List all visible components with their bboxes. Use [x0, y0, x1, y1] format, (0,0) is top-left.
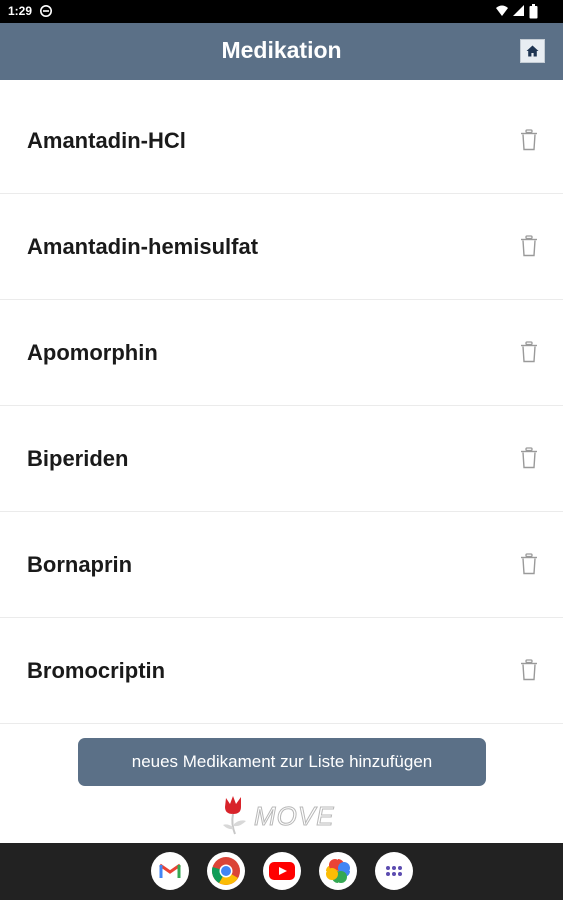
- add-medication-label: neues Medikament zur Liste hinzufügen: [131, 752, 433, 771]
- home-icon: [526, 45, 539, 57]
- trash-icon[interactable]: [519, 659, 539, 681]
- app-drawer[interactable]: [375, 852, 413, 890]
- logo-wordmark: MOVE: [254, 801, 335, 832]
- battery-icon: [529, 4, 538, 19]
- medication-name: Biperiden: [27, 446, 129, 471]
- app-bar: Medikation: [0, 23, 563, 80]
- photos-app[interactable]: [319, 852, 357, 890]
- medication-name: Amantadin-hemisulfat: [27, 234, 259, 259]
- gmail-icon: [159, 863, 181, 878]
- photos-icon: [326, 859, 350, 883]
- list-item[interactable]: Amantadin-hemisulfat: [0, 194, 563, 300]
- trash-icon[interactable]: [519, 235, 539, 257]
- tulip-logo-icon: [223, 796, 246, 835]
- gmail-app[interactable]: [151, 852, 189, 890]
- wifi-icon: [496, 5, 508, 16]
- youtube-icon: [269, 862, 295, 880]
- medication-name: Bornaprin: [27, 552, 133, 577]
- trash-icon[interactable]: [519, 129, 539, 151]
- trash-icon[interactable]: [519, 341, 539, 363]
- youtube-app[interactable]: [263, 852, 301, 890]
- home-button[interactable]: [520, 39, 545, 63]
- chrome-app[interactable]: [207, 852, 245, 890]
- app-drawer-icon: [386, 866, 402, 876]
- medication-name: Amantadin-HCl: [27, 128, 186, 153]
- medication-list: Amantadin-HCl Amantadin-hemisulfat Apomo…: [0, 88, 563, 724]
- signal-icon: [513, 5, 524, 16]
- trash-icon[interactable]: [519, 553, 539, 575]
- app-dock: [0, 843, 563, 900]
- medication-name: Apomorphin: [27, 340, 158, 365]
- chrome-icon: [211, 857, 240, 885]
- medication-name: Bromocriptin: [27, 658, 166, 683]
- list-item[interactable]: Apomorphin: [0, 300, 563, 406]
- trash-icon[interactable]: [519, 447, 539, 469]
- list-item[interactable]: Biperiden: [0, 406, 563, 512]
- list-item[interactable]: Bornaprin: [0, 512, 563, 618]
- do-not-disturb-icon: [40, 5, 52, 17]
- list-item[interactable]: Amantadin-HCl: [0, 88, 563, 194]
- move-logo: MOVE: [218, 794, 348, 836]
- status-bar: 1:29: [0, 0, 563, 23]
- page-title: Medikation: [221, 37, 342, 63]
- list-item[interactable]: Bromocriptin: [0, 618, 563, 724]
- status-time: 1:29: [8, 4, 33, 18]
- add-medication-button[interactable]: neues Medikament zur Liste hinzufügen: [78, 738, 486, 786]
